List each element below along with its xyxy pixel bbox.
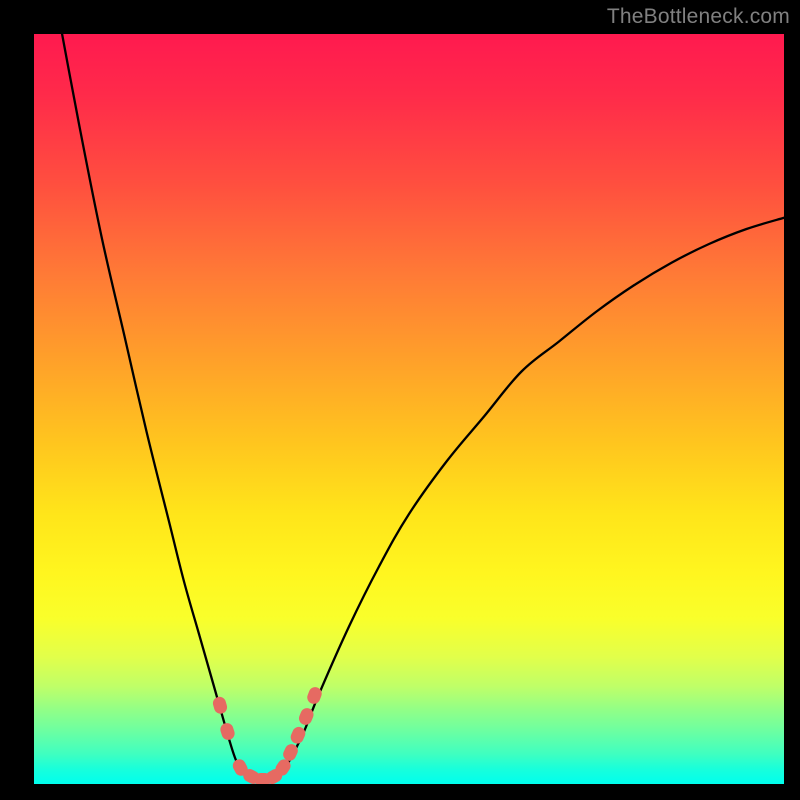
plateau-markers [211,685,323,784]
marker-pill [211,695,228,715]
mismatch-curve [34,34,784,781]
marker-pill [219,721,237,741]
watermark-text: TheBottleneck.com [607,5,790,29]
plot-area [34,34,784,784]
curve-layer [34,34,784,784]
chart-frame: TheBottleneck.com [0,0,800,800]
curve-path [34,34,784,781]
